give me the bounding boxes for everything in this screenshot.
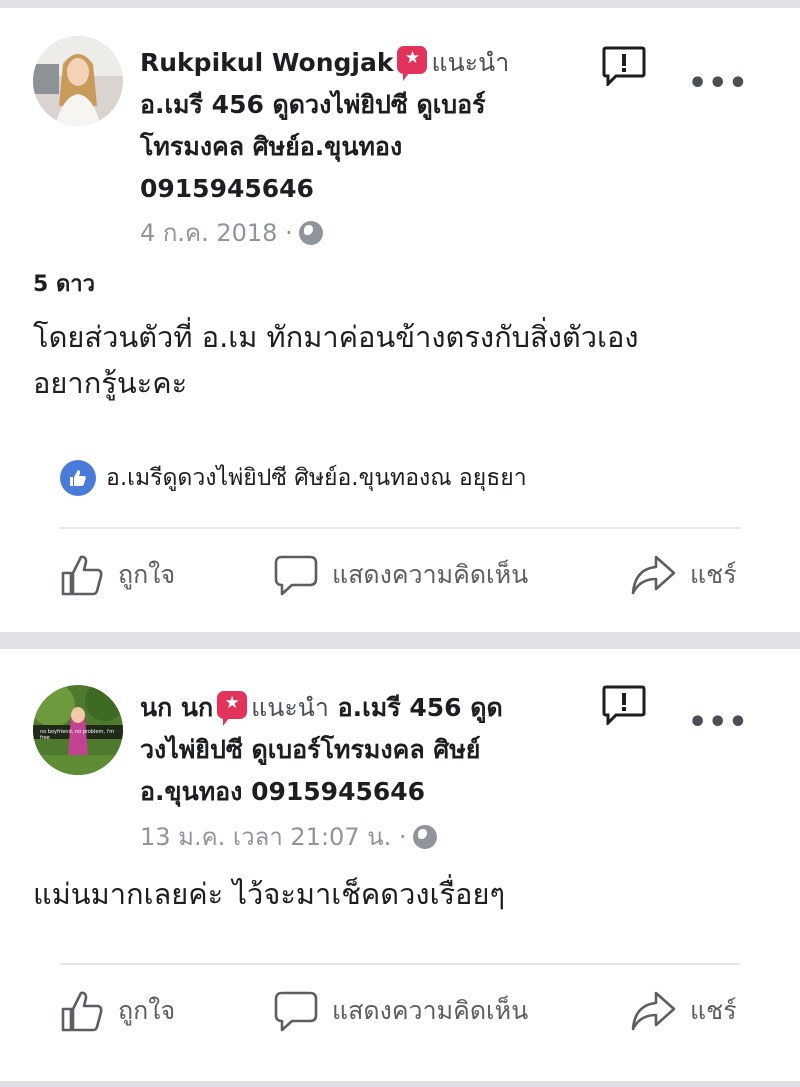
- comment-label: แสดงความคิดเห็น: [332, 560, 529, 589]
- public-globe-icon: [298, 221, 323, 245]
- comment-icon: [274, 555, 318, 596]
- author-name[interactable]: นก นก: [140, 693, 213, 722]
- review-post: Rukpikul Wongjak แนะนำ อ.เมรี 456 ดูดวงไพ…: [0, 8, 800, 632]
- like-label: ถูกใจ: [118, 996, 176, 1025]
- comment-label: แสดงความคิดเห็น: [332, 996, 529, 1025]
- review-text: โดยส่วนตัวที่ อ.เม ทักมาค่อนข้างตรงกับสิ…: [33, 314, 768, 406]
- author-name[interactable]: Rukpikul Wongjak: [140, 48, 393, 77]
- thumbs-up-icon: [61, 555, 103, 596]
- page-name-line[interactable]: อ.เมรี 456 ดูด: [338, 693, 503, 722]
- comment-icon: [274, 991, 318, 1032]
- page-phone-line[interactable]: 0915945646: [140, 168, 640, 210]
- report-icon[interactable]: [602, 46, 646, 86]
- top-gap: [0, 0, 800, 8]
- post-date[interactable]: 4 ก.ค. 2018 ·: [140, 219, 293, 247]
- public-globe-icon: [412, 825, 437, 849]
- action-bar: ถูกใจ แสดงความคิดเห็น แชร์: [0, 989, 800, 1049]
- review-post: no boyfriend, no problem, i'm free นก นก…: [0, 649, 800, 1081]
- avatar-photo: [33, 36, 123, 126]
- share-arrow-icon: [631, 991, 676, 1031]
- comment-button[interactable]: แสดงความคิดเห็น: [274, 553, 528, 597]
- review-text-line: โดยส่วนตัวที่ อ.เม ทักมาค่อนข้างตรงกับสิ…: [33, 320, 639, 354]
- like-label: ถูกใจ: [118, 560, 176, 589]
- likes-summary[interactable]: อ.เมรีดูดวงไพ่ยิปซี ศิษย์อ.ขุนทองณ อยุธย…: [60, 460, 527, 496]
- thumbs-up-icon: [61, 991, 103, 1032]
- like-button[interactable]: ถูกใจ: [60, 553, 175, 597]
- post-meta: 13 ม.ค. เวลา 21:07 น. ·: [140, 817, 437, 856]
- action-bar: ถูกใจ แสดงความคิดเห็น แชร์: [0, 553, 800, 613]
- rating-label: 5 ดาว: [33, 272, 95, 297]
- share-label: แชร์: [690, 996, 737, 1025]
- liked-by-text: อ.เมรีดูดวงไพ่ยิปซี ศิษย์อ.ขุนทองณ อยุธย…: [106, 465, 527, 491]
- like-button[interactable]: ถูกใจ: [60, 989, 175, 1033]
- post-header: นก นก แนะนำ อ.เมรี 456 ดูด วงไพ่ยิปซี ดูเ…: [140, 687, 600, 813]
- review-text-line: แม่นมากเลยค่ะ ไว้จะมาเช็คดวงเรื่อยๆ: [33, 877, 506, 911]
- report-icon[interactable]: [602, 685, 646, 725]
- divider: [60, 527, 740, 529]
- more-options-icon[interactable]: •••: [688, 705, 749, 740]
- comment-button[interactable]: แสดงความคิดเห็น: [274, 989, 528, 1033]
- recommends-label: แนะนำ: [251, 693, 329, 722]
- share-label: แชร์: [690, 560, 737, 589]
- page-name-line[interactable]: อ.เมรี 456 ดูดวงไพ่ยิปซี ดูเบอร์: [140, 84, 640, 126]
- page-name-line[interactable]: วงไพ่ยิปซี ดูเบอร์โทรมงคล ศิษย์: [140, 729, 600, 771]
- divider: [60, 963, 740, 965]
- recommend-star-icon: [217, 689, 248, 726]
- avatar-caption: no boyfriend, no problem, i'm free: [40, 729, 115, 741]
- post-date[interactable]: 13 ม.ค. เวลา 21:07 น. ·: [140, 823, 407, 851]
- avatar[interactable]: [33, 36, 123, 126]
- post-header: Rukpikul Wongjak แนะนำ อ.เมรี 456 ดูดวงไพ…: [140, 42, 640, 210]
- page-name-line[interactable]: โทรมงคล ศิษย์อ.ขุนทอง: [140, 126, 640, 168]
- recommend-star-icon: [397, 44, 428, 81]
- like-reaction-icon: [60, 460, 96, 496]
- recommends-label: แนะนำ: [431, 48, 510, 77]
- share-button[interactable]: แชร์: [630, 553, 737, 597]
- post-meta: 4 ก.ค. 2018 ·: [140, 213, 323, 252]
- share-button[interactable]: แชร์: [630, 989, 737, 1033]
- review-text: แม่นมากเลยค่ะ ไว้จะมาเช็คดวงเรื่อยๆ: [33, 871, 768, 917]
- page-phone-line[interactable]: อ.ขุนทอง 0915945646: [140, 771, 600, 813]
- review-text-line: อยากรู้นะคะ: [33, 366, 188, 400]
- more-options-icon[interactable]: •••: [688, 66, 749, 101]
- share-arrow-icon: [631, 555, 676, 595]
